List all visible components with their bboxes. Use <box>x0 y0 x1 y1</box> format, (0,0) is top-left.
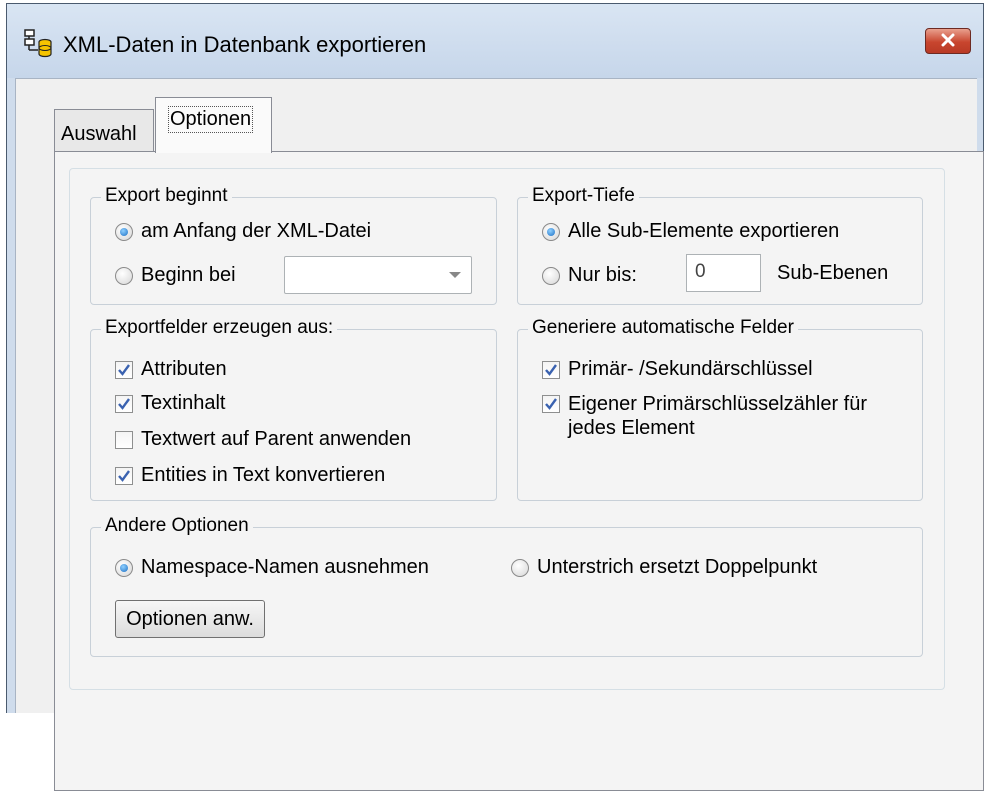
radio-label: Unterstrich ersetzt Doppelpunkt <box>537 556 818 578</box>
options-frame: Export beginnt am Anfang der XML-Datei B… <box>69 168 945 690</box>
tab-optionen-label: Optionen <box>167 106 254 133</box>
checkbox-primary-secondary-keys[interactable]: Primär- /Sekundärschlüssel <box>542 358 813 381</box>
group-export-depth-label: Export-Tiefe <box>528 185 639 207</box>
radio-label: Namespace-Namen ausnehmen <box>141 556 429 578</box>
group-auto-fields: Generiere automatische Felder Primär- /S… <box>517 317 923 501</box>
radio-indicator <box>115 266 133 285</box>
start-element-combobox[interactable] <box>284 256 472 294</box>
checkbox-indicator <box>115 430 133 449</box>
radio-label: am Anfang der XML-Datei <box>141 220 372 242</box>
group-export-depth: Export-Tiefe Alle Sub-Elemente exportier… <box>517 185 923 305</box>
group-auto-fields-label: Generiere automatische Felder <box>528 317 798 339</box>
tab-optionen[interactable]: Optionen <box>155 97 272 153</box>
group-export-start-label: Export beginnt <box>101 185 232 207</box>
checkbox-label: Entities in Text konvertieren <box>141 464 386 486</box>
close-icon <box>940 30 956 53</box>
radio-indicator <box>511 558 529 577</box>
checkbox-indicator <box>115 466 133 485</box>
radio-start-at[interactable]: Beginn bei <box>115 264 236 287</box>
checkbox-indicator <box>115 360 133 379</box>
checkbox-indicator <box>542 395 560 413</box>
radio-label: Beginn bei <box>141 264 236 286</box>
radio-indicator <box>542 266 560 285</box>
group-export-fields-label: Exportfelder erzeugen aus: <box>101 317 338 339</box>
checkbox-attributes[interactable]: Attributen <box>115 358 227 381</box>
radio-exclude-namespace-names[interactable]: Namespace-Namen ausnehmen <box>115 556 429 579</box>
apply-options-button[interactable]: Optionen anw. <box>115 600 265 638</box>
group-export-start: Export beginnt am Anfang der XML-Datei B… <box>90 185 497 305</box>
close-button[interactable] <box>925 28 971 54</box>
checkbox-label: Eigener Primärschlüsselzähler für jedes … <box>568 392 867 440</box>
checkbox-label: Textwert auf Parent anwenden <box>141 428 412 450</box>
depth-levels-input[interactable]: 0 <box>686 254 761 292</box>
tab-panel-optionen: Export beginnt am Anfang der XML-Datei B… <box>54 151 984 791</box>
group-export-fields: Exportfelder erzeugen aus: Attributen Te… <box>90 317 497 501</box>
checkbox-own-primary-key-counter[interactable]: Eigener Primärschlüsselzähler für jedes … <box>542 392 867 440</box>
checkbox-label: Primär- /Sekundärschlüssel <box>568 358 813 380</box>
dialog-body: Auswahl Optionen Export beginnt am Anfan… <box>15 78 984 791</box>
checkbox-apply-text-to-parent[interactable]: Textwert auf Parent anwenden <box>115 428 411 451</box>
tab-auswahl[interactable]: Auswahl <box>54 109 154 151</box>
tab-auswahl-label: Auswahl <box>61 123 137 145</box>
radio-label: Nur bis: <box>568 264 637 286</box>
group-other-options-label: Andere Optionen <box>101 515 253 537</box>
checkbox-indicator <box>115 394 133 413</box>
radio-underscore-replaces-colon[interactable]: Unterstrich ersetzt Doppelpunkt <box>511 556 817 579</box>
radio-export-only-to[interactable]: Nur bis: <box>542 264 637 287</box>
checkbox-label: Textinhalt <box>141 392 226 414</box>
sub-levels-label: Sub-Ebenen <box>777 262 889 284</box>
checkbox-label-line2: jedes Element <box>568 417 695 439</box>
radio-indicator <box>542 222 560 241</box>
radio-start-at-file-beginning[interactable]: am Anfang der XML-Datei <box>115 220 371 243</box>
checkbox-text-content[interactable]: Textinhalt <box>115 392 226 415</box>
radio-label: Alle Sub-Elemente exportieren <box>568 220 840 242</box>
dialog-window: XML-Daten in Datenbank exportieren Auswa… <box>6 3 984 791</box>
radio-export-all-subelements[interactable]: Alle Sub-Elemente exportieren <box>542 220 839 243</box>
group-other-options: Andere Optionen Namespace-Namen ausnehme… <box>90 515 923 657</box>
radio-indicator <box>115 558 133 577</box>
window-title: XML-Daten in Datenbank exportieren <box>63 32 427 57</box>
checkbox-label: Attributen <box>141 358 227 380</box>
checkbox-convert-entities[interactable]: Entities in Text konvertieren <box>115 464 385 487</box>
checkbox-label-line1: Eigener Primärschlüsselzähler für <box>568 393 868 415</box>
radio-indicator <box>115 222 133 241</box>
checkbox-indicator <box>542 360 560 379</box>
chevron-down-icon[interactable] <box>449 272 461 278</box>
database-export-icon <box>23 28 55 58</box>
title-bar[interactable]: XML-Daten in Datenbank exportieren <box>7 4 983 78</box>
